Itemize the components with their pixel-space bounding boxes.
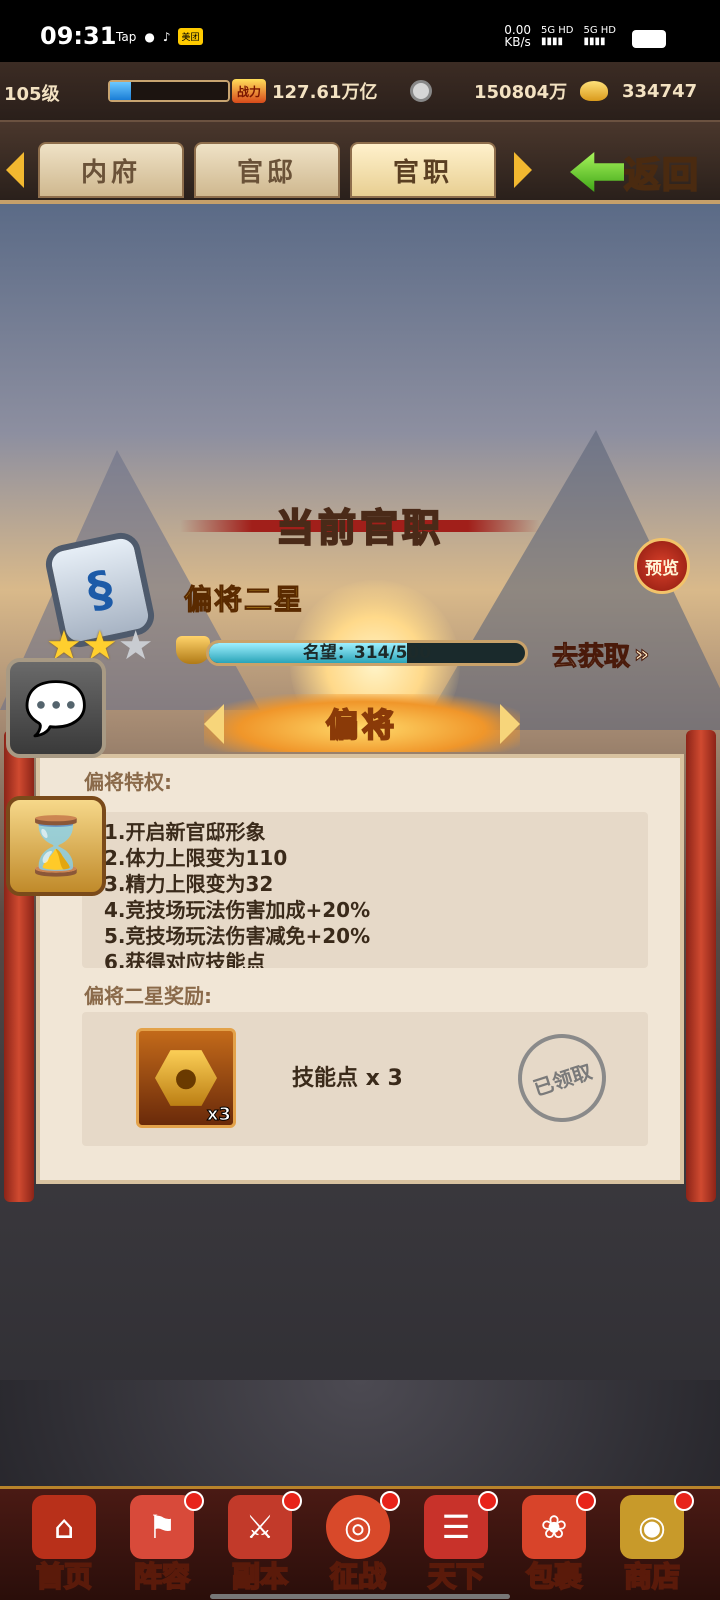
- nav-lineup[interactable]: ⚑ 阵容: [114, 1489, 210, 1600]
- hourglass-icon: ⌛: [21, 814, 91, 879]
- notification-dot: [576, 1491, 596, 1511]
- status-bar: 09:31 Tap ● ♪ 美团 0.00 KB/s 5G HD ▮▮▮▮ 5G …: [0, 0, 720, 62]
- coin-value: 150804万: [474, 82, 568, 103]
- clock: 09:31: [40, 22, 117, 50]
- skill-point-icon: ●: [155, 1050, 217, 1106]
- tiktok-icon: ♪: [162, 29, 171, 44]
- privilege-list[interactable]: 1.开启新官邸形象 2.体力上限变为110 3.精力上限变为32 4.竞技场玩法…: [82, 812, 648, 968]
- notification-dot: [674, 1491, 694, 1511]
- notification-dot: [282, 1491, 302, 1511]
- signal-icon: 5G HD ▮▮▮▮: [540, 25, 574, 47]
- meituan-icon: 美团: [178, 28, 203, 45]
- exp-bar: [108, 80, 230, 102]
- nav-campaign[interactable]: ◎ 征战: [310, 1489, 406, 1600]
- current-rank-header: 当前官职: [180, 496, 540, 552]
- privilege-item: 3.精力上限变为32: [104, 872, 274, 896]
- chat-bubbles-icon: 💬: [23, 678, 89, 739]
- claimed-stamp: 已领取: [506, 1022, 618, 1134]
- power-value: 127.61万亿: [272, 82, 378, 103]
- selected-rank-label: 偏将: [325, 705, 398, 745]
- ingot-icon: [580, 81, 608, 101]
- notification-dot: [184, 1491, 204, 1511]
- privileges-title: 偏将特权:: [84, 770, 172, 794]
- prestige-text: 名望：314/500: [302, 643, 432, 663]
- nav-world[interactable]: ☰ 天下: [408, 1489, 504, 1600]
- next-rank-arrow[interactable]: [500, 704, 520, 744]
- back-button[interactable]: 返回: [570, 144, 710, 200]
- reward-name: 技能点 x 3: [292, 1066, 403, 1091]
- taptap-icon: Tap: [116, 29, 137, 44]
- ingot-value: 334747: [622, 80, 698, 102]
- current-rank-title: 当前官职: [275, 505, 444, 551]
- tab-inner-mansion[interactable]: 内府: [38, 142, 184, 198]
- star-icon: ★: [117, 623, 154, 669]
- rank-selector: 偏将: [204, 694, 520, 752]
- back-arrow-icon: [570, 152, 624, 192]
- tab-official-rank[interactable]: 官职: [350, 142, 496, 198]
- privilege-item: 6.获得对应技能点: [104, 950, 266, 968]
- power-display: 战力 127.61万亿: [232, 76, 377, 106]
- coin-display[interactable]: 150804万: [410, 76, 567, 106]
- privilege-item: 1.开启新官邸形象: [104, 820, 266, 844]
- coin-icon: [410, 80, 432, 102]
- reward-quantity: x3: [206, 1104, 231, 1126]
- privilege-item: 5.竞技场玩法伤害减免+20%: [104, 924, 371, 948]
- timer-button[interactable]: ⌛: [6, 796, 106, 896]
- scroll-rod-right: [686, 730, 716, 1202]
- network-indicators: 0.00 KB/s 5G HD ▮▮▮▮ 5G HD ▮▮▮▮: [504, 24, 616, 48]
- double-chevron-right-icon: »: [634, 640, 650, 669]
- home-indicator: [210, 1594, 510, 1599]
- badge-emblem: §: [82, 560, 118, 620]
- skill-point-item[interactable]: ● x3: [136, 1028, 236, 1128]
- tab-residence[interactable]: 官邸: [194, 142, 340, 198]
- resource-bar: 105级 战力 127.61万亿 150804万 334747: [0, 62, 720, 122]
- prestige-icon: [176, 636, 210, 664]
- preview-button[interactable]: 预览: [634, 538, 690, 594]
- palace-icon: ⌂: [32, 1495, 96, 1559]
- chat-button[interactable]: 💬: [6, 658, 106, 758]
- rank-name: 偏将二星: [183, 583, 305, 617]
- nav-shop[interactable]: ◉ 商店: [604, 1489, 700, 1600]
- notification-dot: [380, 1491, 400, 1511]
- prev-rank-arrow[interactable]: [204, 704, 224, 744]
- net-speed: 0.00 KB/s: [504, 23, 531, 49]
- exp-bar-fill: [110, 82, 132, 100]
- privilege-item: 2.体力上限变为110: [104, 846, 288, 870]
- notification-icons: Tap ● ♪ 美团: [116, 28, 203, 45]
- tab-scroll-left-arrow[interactable]: [6, 152, 24, 188]
- player-level: 105级: [4, 84, 60, 105]
- back-label: 返回: [623, 154, 701, 197]
- obtain-label: 去获取: [551, 641, 631, 672]
- obtain-button[interactable]: 去获取 »: [551, 636, 650, 673]
- reward-title: 偏将二星奖励:: [84, 984, 212, 1008]
- tab-scroll-right-arrow[interactable]: [514, 152, 532, 188]
- ingot-display[interactable]: 334747: [580, 76, 697, 106]
- signal-icon-2: 5G HD ▮▮▮▮: [583, 25, 616, 47]
- power-icon: 战力: [232, 79, 266, 103]
- nav-home[interactable]: ⌂ 首页: [16, 1489, 112, 1600]
- wechat-icon: ●: [144, 29, 155, 44]
- notification-dot: [478, 1491, 498, 1511]
- nav-dungeon[interactable]: ⚔ 副本: [212, 1489, 308, 1600]
- nav-bag[interactable]: ❀ 包裹: [506, 1489, 602, 1600]
- bottom-nav: ⌂ 首页 ⚑ 阵容 ⚔ 副本 ◎ 征战 ☰ 天下 ❀ 包裹 ◉ 商店: [0, 1486, 720, 1600]
- battery-icon: [632, 30, 666, 48]
- privilege-item: 4.竞技场玩法伤害加成+20%: [104, 898, 371, 922]
- tab-bar: 内府 官邸 官职 返回: [0, 122, 720, 204]
- reward-box: ● x3 技能点 x 3 已领取: [82, 1012, 648, 1146]
